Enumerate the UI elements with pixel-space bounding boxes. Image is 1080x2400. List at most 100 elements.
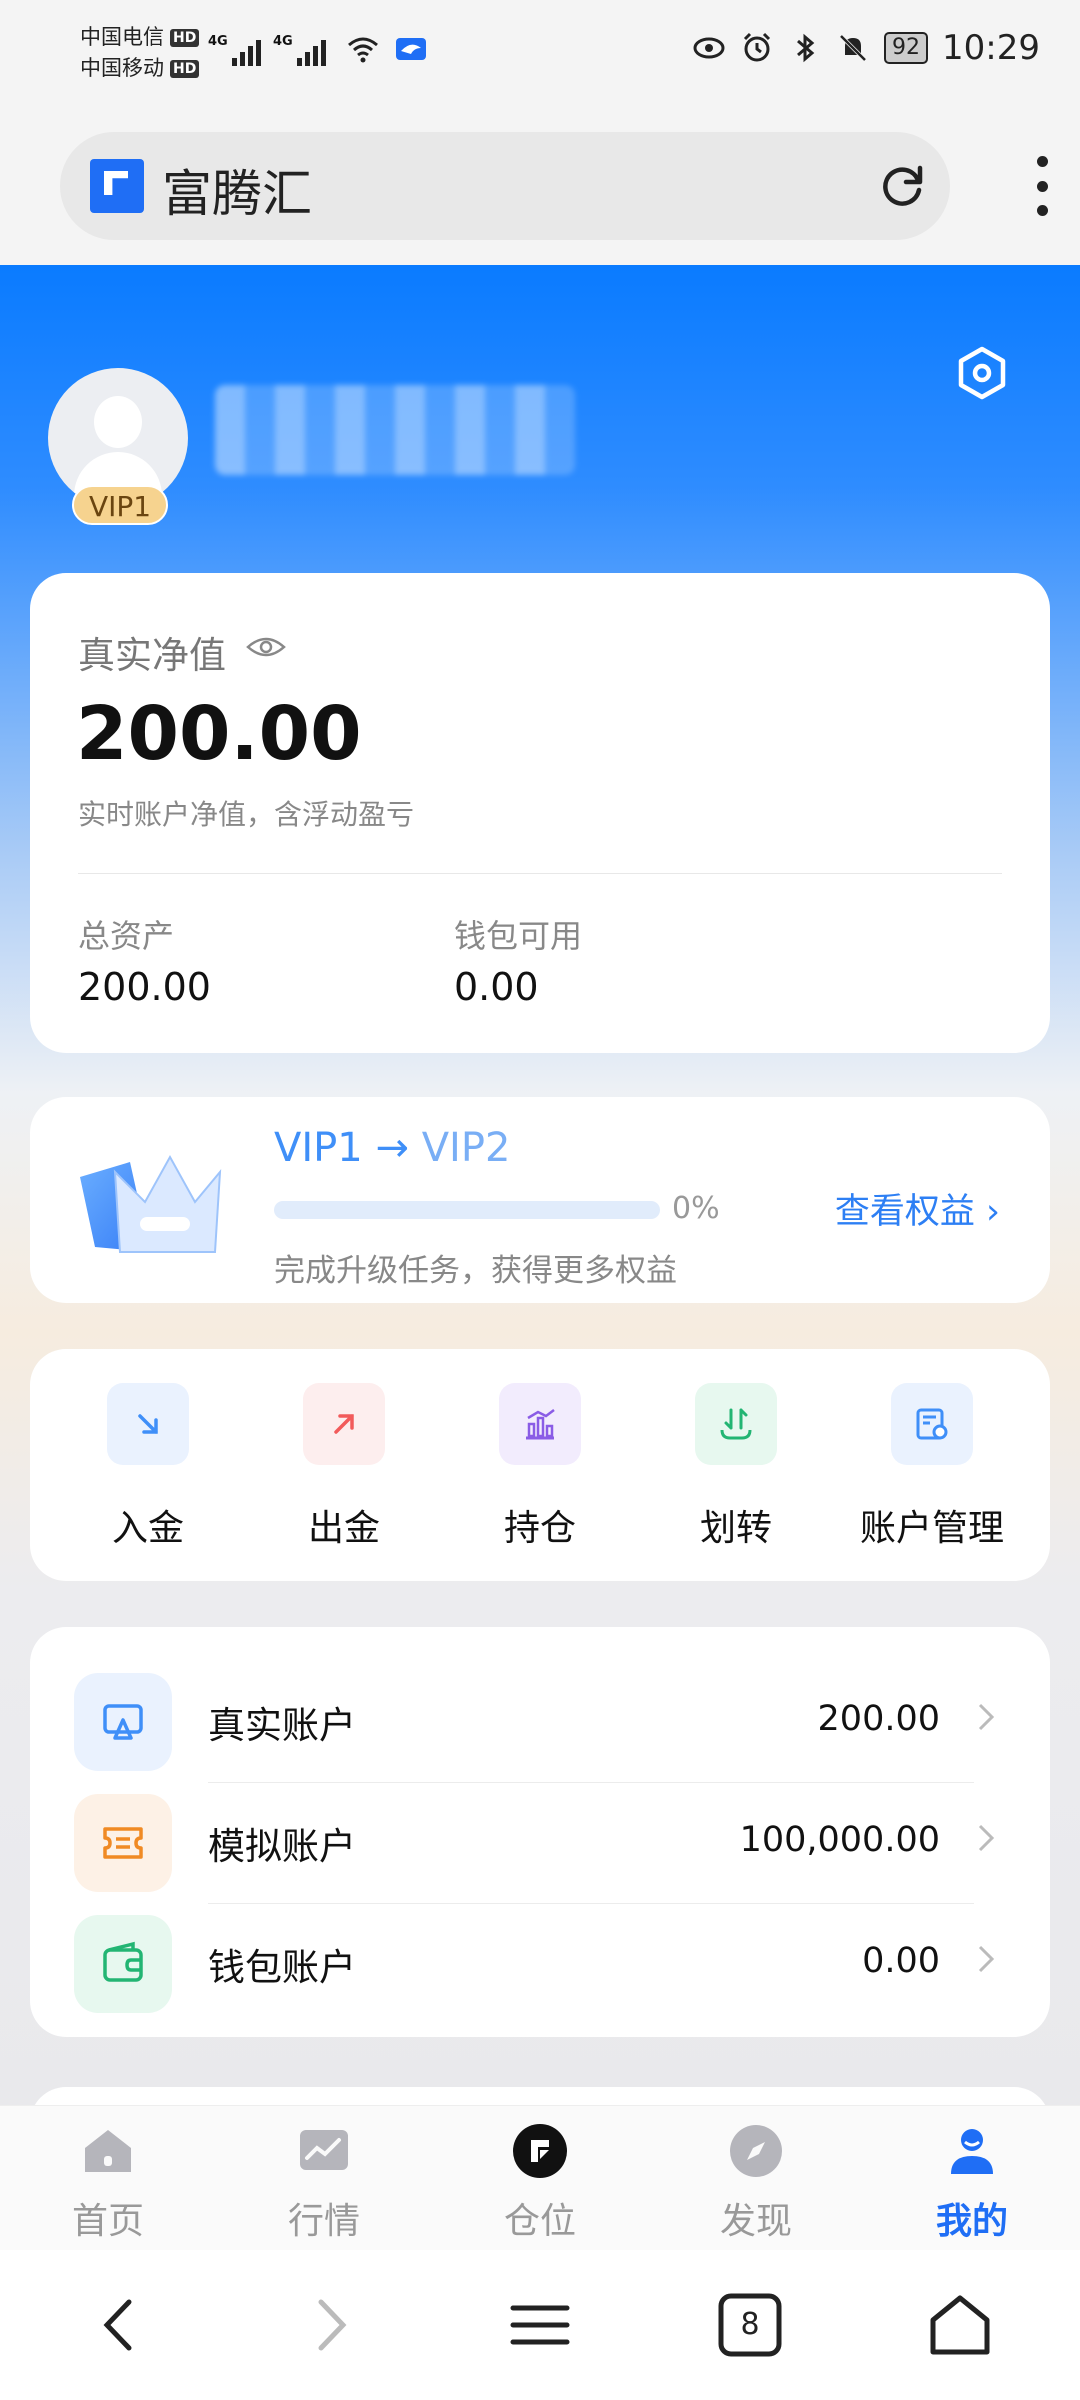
account-value: 100,000.00 bbox=[739, 1820, 940, 1860]
forward-icon[interactable] bbox=[295, 2290, 365, 2360]
net-value-card: 真实净值 200.00 实时账户净值，含浮动盈亏 总资产 200.00 钱包可用… bbox=[30, 573, 1050, 1053]
profile-icon bbox=[951, 2129, 993, 2174]
wallet-available-value: 0.00 bbox=[454, 965, 539, 1009]
net-value-subtitle: 实时账户净值，含浮动盈亏 bbox=[78, 798, 415, 831]
toggle-visibility-eye-icon[interactable] bbox=[246, 631, 286, 663]
chevron-right-icon: › bbox=[986, 1192, 1000, 1232]
tabs-count: 8 bbox=[740, 2307, 760, 2342]
vip-progress-bar bbox=[274, 1201, 660, 1219]
home-icon bbox=[85, 2130, 131, 2172]
tab-label: 仓位 bbox=[503, 2201, 576, 2242]
demo-account-icon bbox=[74, 1794, 172, 1892]
account-name: 钱包账户 bbox=[208, 1946, 356, 1989]
account-value: 200.00 bbox=[817, 1699, 940, 1739]
status-right: 92 10:29 bbox=[692, 28, 1040, 68]
settings-icon[interactable] bbox=[954, 345, 1010, 401]
network-type: 4G bbox=[273, 34, 293, 49]
tab-profile[interactable]: 我的 bbox=[864, 2106, 1080, 2250]
signal-icon: 4G bbox=[273, 34, 326, 66]
vip-upgrade-card[interactable]: VIP1 → VIP2 0% 完成升级任务，获得更多权益 查看权益 › bbox=[30, 1097, 1050, 1303]
battery-level: 92 bbox=[884, 32, 929, 64]
browser-toolbar: 富腾汇 bbox=[0, 110, 1080, 265]
tab-home[interactable]: 首页 bbox=[0, 2106, 216, 2250]
divider bbox=[78, 873, 1002, 874]
tab-market[interactable]: 行情 bbox=[216, 2106, 432, 2250]
view-benefits-link[interactable]: 查看权益 › bbox=[835, 1183, 1000, 1234]
tab-label: 我的 bbox=[935, 2201, 1008, 2242]
action-withdraw[interactable]: 出金 bbox=[251, 1349, 437, 1581]
address-bar[interactable]: 富腾汇 bbox=[60, 132, 950, 240]
wallet-available-label: 钱包可用 bbox=[454, 917, 583, 955]
app-notification-icon bbox=[396, 38, 426, 60]
tab-discover[interactable]: 发现 bbox=[648, 2106, 864, 2250]
carrier-info: 中国电信 HD 中国移动 HD bbox=[80, 22, 200, 84]
tab-position[interactable]: 仓位 bbox=[432, 2106, 648, 2250]
vip-badge: VIP1 bbox=[72, 485, 168, 525]
view-benefits-label: 查看权益 bbox=[834, 1192, 975, 1232]
discover-icon bbox=[730, 2125, 782, 2177]
profile-page: VIP1 真实净值 200.00 实时账户净值，含浮动盈亏 总资产 200.00… bbox=[0, 265, 1080, 2105]
next-section-card bbox=[30, 2087, 1050, 2105]
vip-next: VIP2 bbox=[421, 1125, 511, 1171]
tab-label: 行情 bbox=[287, 2201, 360, 2242]
tab-label: 首页 bbox=[71, 2201, 144, 2242]
action-label: 入金 bbox=[111, 1508, 184, 1549]
action-label: 持仓 bbox=[503, 1508, 576, 1549]
browser-navigation-bar: 8 bbox=[0, 2250, 1080, 2400]
status-bar: 中国电信 HD 中国移动 HD 4G 4G 92 10:29 bbox=[0, 0, 1080, 110]
signal-icons: 4G 4G bbox=[208, 32, 428, 66]
chevron-right-icon bbox=[978, 1824, 995, 1852]
vip-level-text: VIP1 → VIP2 bbox=[274, 1125, 510, 1171]
mute-icon bbox=[839, 34, 867, 62]
action-positions[interactable]: 持仓 bbox=[447, 1349, 633, 1581]
action-deposit[interactable]: 入金 bbox=[55, 1349, 241, 1581]
vip-hint: 完成升级任务，获得更多权益 bbox=[274, 1253, 677, 1289]
market-icon bbox=[300, 2130, 348, 2170]
menu-icon[interactable] bbox=[505, 2290, 575, 2360]
account-name: 模拟账户 bbox=[208, 1825, 356, 1868]
chevron-right-icon bbox=[978, 1703, 995, 1731]
hd-badge: HD bbox=[170, 28, 200, 47]
account-name: 真实账户 bbox=[208, 1704, 356, 1747]
account-row-wallet[interactable]: 钱包账户 0.00 bbox=[30, 1903, 1050, 2023]
username-redacted bbox=[215, 385, 575, 475]
transfer-icon bbox=[695, 1383, 777, 1465]
reload-icon[interactable] bbox=[874, 158, 930, 214]
tab-label: 发现 bbox=[719, 2201, 792, 2242]
alarm-icon bbox=[743, 32, 771, 62]
positions-chart-icon bbox=[499, 1383, 581, 1465]
vip-progress-percent: 0% bbox=[672, 1191, 720, 1226]
bottom-tab-bar: 首页 行情 仓位 发现 我的 bbox=[0, 2105, 1080, 2250]
home-page-icon[interactable] bbox=[925, 2290, 995, 2360]
net-value-amount: 200.00 bbox=[76, 691, 362, 777]
vip-current: VIP1 bbox=[274, 1125, 363, 1171]
action-account-management[interactable]: 账户管理 bbox=[839, 1349, 1025, 1581]
more-menu-icon[interactable] bbox=[1034, 156, 1050, 216]
action-transfer[interactable]: 划转 bbox=[643, 1349, 829, 1581]
clock: 10:29 bbox=[942, 28, 1040, 68]
chevron-right-icon bbox=[978, 1945, 995, 1973]
withdraw-arrow-icon bbox=[303, 1383, 385, 1465]
carrier-2: 中国移动 bbox=[80, 56, 164, 80]
hd-badge: HD bbox=[170, 59, 200, 78]
account-row-real[interactable]: 真实账户 200.00 bbox=[30, 1661, 1050, 1783]
bluetooth-icon bbox=[797, 33, 815, 63]
total-assets-label: 总资产 bbox=[78, 917, 175, 955]
carrier-1: 中国电信 bbox=[80, 25, 164, 49]
action-label: 账户管理 bbox=[859, 1508, 1004, 1549]
back-icon[interactable] bbox=[85, 2290, 155, 2360]
tabs-count-button[interactable]: 8 bbox=[715, 2290, 785, 2360]
account-row-demo[interactable]: 模拟账户 100,000.00 bbox=[30, 1782, 1050, 1904]
signal-icon: 4G bbox=[208, 34, 261, 66]
eye-icon bbox=[693, 37, 725, 59]
position-icon bbox=[513, 2124, 567, 2178]
action-label: 划转 bbox=[699, 1508, 772, 1549]
wallet-account-icon bbox=[74, 1915, 172, 2013]
quick-actions-card: 入金 出金 持仓 划转 账户管理 bbox=[30, 1349, 1050, 1581]
deposit-arrow-icon bbox=[107, 1383, 189, 1465]
site-title: 富腾汇 bbox=[162, 165, 312, 223]
real-account-icon bbox=[74, 1673, 172, 1771]
account-manage-icon bbox=[891, 1383, 973, 1465]
vip-crown-icon bbox=[80, 1154, 222, 1253]
wifi-icon bbox=[348, 37, 378, 63]
